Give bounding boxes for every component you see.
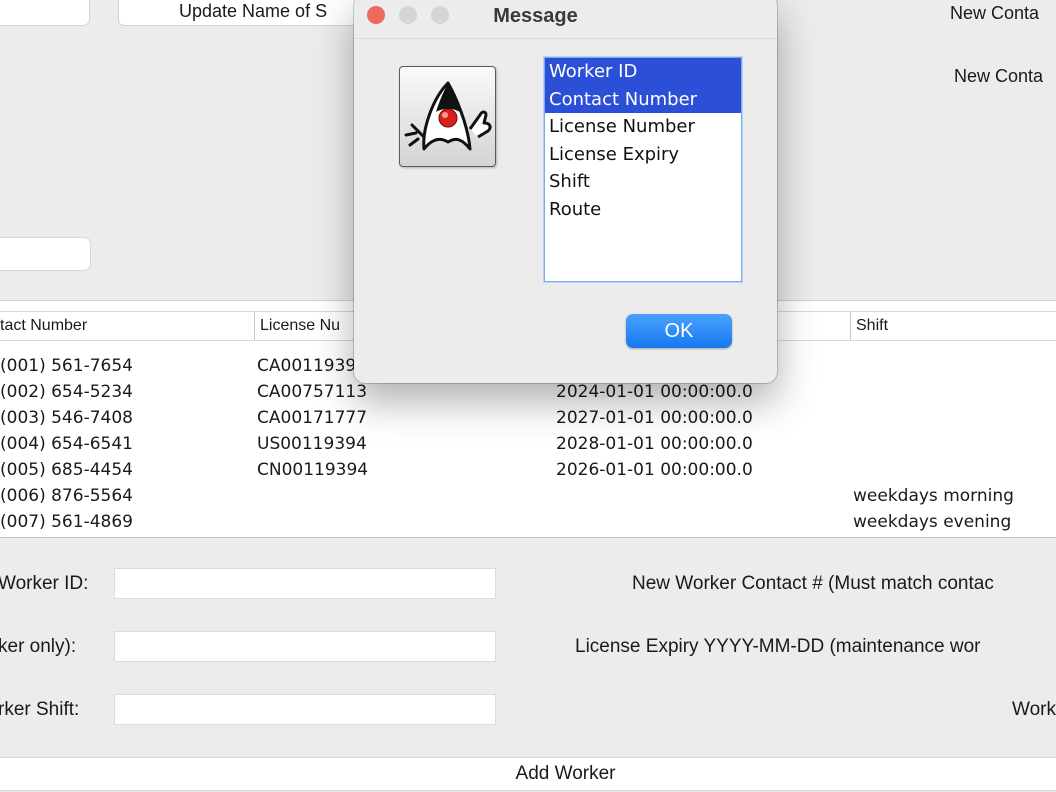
worker-id-label: Worker ID: xyxy=(0,573,89,594)
dialog-title: Message xyxy=(493,5,578,27)
worker-shift-input[interactable] xyxy=(114,694,496,725)
table-row[interactable]: (004) 654-6541 US00119394 2028-01-01 00:00… xyxy=(0,431,1056,457)
worker-shift-label: rker Shift: xyxy=(0,699,80,720)
table-row[interactable]: (005) 685-4454 CN00119394 2026-01-01 00:00… xyxy=(0,457,1056,483)
table-row[interactable]: (006) 876-5564 weekdays morning xyxy=(0,483,1056,509)
field-list[interactable]: Worker ID Contact Number License Number Lic… xyxy=(544,57,742,282)
list-item[interactable]: License Expiry xyxy=(545,141,741,169)
new-contact-label-2: New Conta xyxy=(954,66,1044,86)
cell-contact-number: (004) 654-6541 xyxy=(0,434,133,454)
column-header-license[interactable]: License Nu xyxy=(254,312,364,340)
cell-contact-number: (006) 876-5564 xyxy=(0,486,133,506)
list-item[interactable]: Shift xyxy=(545,168,741,196)
cell-contact-number: (002) 654-5234 xyxy=(0,382,133,402)
license-expiry-label: License Expiry YYYY-MM-DD (maintenance w… xyxy=(575,636,981,657)
cell-license-number: CA00757113 xyxy=(257,382,368,402)
java-duke-icon xyxy=(399,66,496,167)
list-item[interactable]: Route xyxy=(545,196,741,224)
cell-contact-number: (003) 546-7408 xyxy=(0,408,133,428)
cell-license-expiry: 2026-01-01 00:00:00.0 xyxy=(556,460,753,480)
cell-license-number: CN00119394 xyxy=(257,460,369,480)
worker-id-input[interactable] xyxy=(114,568,496,599)
list-item[interactable]: License Number xyxy=(545,113,741,141)
new-contact-label-1: New Conta xyxy=(950,3,1040,23)
list-item[interactable]: Worker ID xyxy=(545,58,741,86)
table-row[interactable]: (007) 561-4869 weekdays evening xyxy=(0,509,1056,535)
cell-license-number: CA00119394 xyxy=(257,356,368,376)
table-row[interactable]: (003) 546-7408 CA00171777 2027-01-01 00:00… xyxy=(0,405,1056,431)
cell-contact-number: (005) 685-4454 xyxy=(0,460,133,480)
cell-license-expiry: 2027-01-01 00:00:00.0 xyxy=(556,408,753,428)
top-left-input-2[interactable] xyxy=(0,237,91,271)
column-header-contact[interactable]: tact Number xyxy=(0,312,252,340)
cell-contact-number: (007) 561-4869 xyxy=(0,512,133,532)
new-contact-label: New Worker Contact # (Must match contac xyxy=(632,573,994,594)
dialog-titlebar[interactable]: Message xyxy=(354,0,777,39)
cell-license-expiry: 2028-01-01 00:00:00.0 xyxy=(556,434,753,454)
ok-button[interactable]: OK xyxy=(626,314,732,348)
worker-only-label: ker only): xyxy=(0,636,77,657)
message-dialog: Message Worker ID Contact Number License N… xyxy=(354,0,777,383)
add-worker-button[interactable]: Add Worker xyxy=(0,757,1056,791)
work-label: Work xyxy=(1012,699,1056,720)
cell-license-number: CA00171777 xyxy=(257,408,368,428)
column-header-shift[interactable]: Shift xyxy=(850,312,1056,340)
top-left-input[interactable] xyxy=(0,0,90,26)
cell-shift: weekdays morning xyxy=(853,486,1014,506)
license-input[interactable] xyxy=(114,631,496,662)
list-item[interactable]: Contact Number xyxy=(545,85,741,113)
cell-license-number: US00119394 xyxy=(257,434,367,454)
cell-contact-number: (001) 561-7654 xyxy=(0,356,133,376)
cell-shift: weekdays evening xyxy=(853,512,1012,532)
